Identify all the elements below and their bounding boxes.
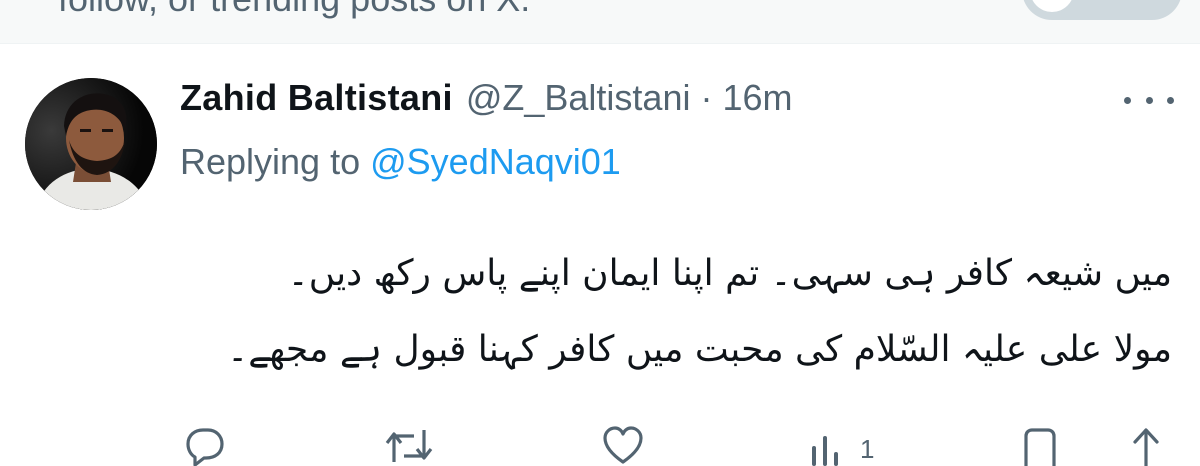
more-horizontal-icon	[1124, 96, 1131, 104]
action-bar: 1	[0, 426, 1200, 466]
separator-dot: ·	[700, 77, 713, 118]
avatar[interactable]	[25, 78, 157, 210]
tweet-card[interactable]: Zahid Baltistani @Z_Baltistani · 16m Rep…	[0, 44, 1200, 466]
bookmark-button[interactable]	[1020, 426, 1060, 466]
replying-to-label: Replying to	[180, 141, 371, 182]
avatar-image	[25, 78, 157, 210]
views-icon	[812, 436, 838, 466]
tweet-body: میں شیعہ کافر ہی سہی۔ تم اپنا ایمان اپنے…	[227, 236, 1172, 388]
timestamp[interactable]: 16m	[722, 77, 792, 119]
like-button[interactable]	[602, 426, 644, 466]
share-button[interactable]	[1126, 426, 1166, 466]
views-button[interactable]: 1	[808, 426, 874, 466]
more-options-button[interactable]	[1124, 88, 1174, 112]
views-count: 1	[860, 434, 875, 464]
banner-toggle[interactable]	[1022, 0, 1182, 20]
banner-text: follow, or trending posts on X.	[58, 0, 530, 20]
retweet-button[interactable]	[384, 426, 434, 466]
more-horizontal-icon	[1167, 96, 1174, 104]
replying-to: Replying to @SyedNaqvi01	[180, 141, 621, 183]
replying-to-handle[interactable]: @SyedNaqvi01	[370, 141, 621, 182]
display-name[interactable]: Zahid Baltistani	[180, 77, 453, 119]
tweet-body-line: مولا علی علیہ السّلام کی محبت میں کافر ک…	[227, 329, 1172, 370]
top-banner: follow, or trending posts on X.	[0, 0, 1200, 44]
reply-button[interactable]	[184, 426, 226, 466]
user-handle[interactable]: @Z_Baltistani	[466, 77, 691, 119]
tweet-body-line: میں شیعہ کافر ہی سہی۔ تم اپنا ایمان اپنے…	[287, 253, 1172, 294]
heart-icon	[603, 426, 643, 464]
tweet-header: Zahid Baltistani @Z_Baltistani · 16m	[180, 77, 793, 123]
retweet-icon	[385, 430, 433, 462]
reply-icon	[186, 428, 224, 466]
share-icon	[1133, 428, 1159, 466]
more-horizontal-icon	[1145, 96, 1153, 104]
bookmark-icon	[1024, 428, 1056, 466]
banner-toggle-knob	[1030, 0, 1074, 12]
